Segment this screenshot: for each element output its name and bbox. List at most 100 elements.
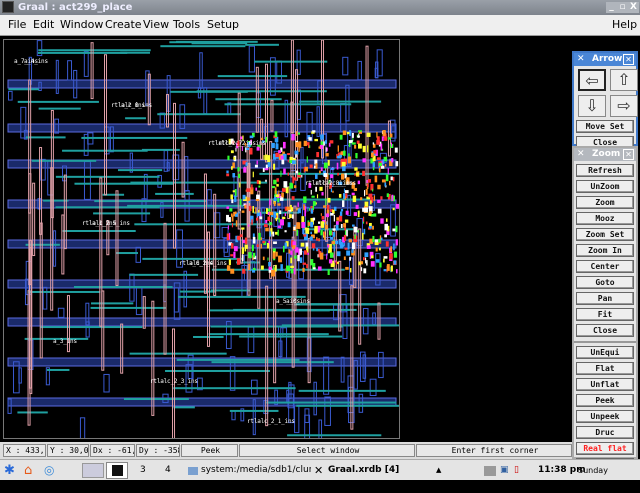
- dense-cell: [290, 268, 294, 274]
- zoom-pan-button[interactable]: Pan: [576, 292, 634, 305]
- folder-task-icon: [188, 467, 198, 475]
- dense-cell: [367, 184, 369, 188]
- dense-cell: [336, 251, 341, 257]
- desktop-3-button[interactable]: 3: [140, 463, 146, 478]
- zoom-close-button[interactable]: Close: [576, 324, 634, 337]
- dense-cell: [384, 223, 388, 231]
- metal-wire: [211, 361, 334, 364]
- dense-cell: [259, 216, 263, 220]
- dense-cell: [229, 208, 233, 212]
- arrow-down-button[interactable]: ⇩: [578, 95, 606, 117]
- arrow-right-button[interactable]: ⇨: [610, 95, 638, 117]
- tool-real-flat-button[interactable]: Real flat: [576, 442, 634, 455]
- close-button[interactable]: X: [628, 2, 639, 13]
- tool-flat-button[interactable]: Flat: [576, 362, 634, 375]
- arrow-left-button[interactable]: ⇦: [578, 69, 606, 91]
- minimize-button[interactable]: _: [606, 2, 617, 13]
- layout-view[interactable]: a_7_ins rtlalc_0_ins rtlalc_2_7_ins rtlalc_…: [3, 39, 400, 439]
- instance-label: rtlalc_2_3_ins: [150, 378, 198, 385]
- arrow-panel: ✕ Arrow ✕ ⇦ ⇧ ⇩ ⇨ Move Set Close: [572, 51, 638, 149]
- tool-unflat-button[interactable]: Unflat: [576, 378, 634, 391]
- menu-help[interactable]: Help: [612, 18, 637, 31]
- desktop-2-button[interactable]: [106, 462, 128, 479]
- menu-setup[interactable]: Setup: [207, 18, 239, 31]
- dense-cell: [267, 208, 271, 212]
- metal-wire: [157, 113, 241, 116]
- desktop-4-button[interactable]: 4: [165, 463, 171, 478]
- tray-keyboard-icon[interactable]: [484, 466, 496, 476]
- metal-wire: [302, 228, 357, 231]
- zoom-panel-close-icon[interactable]: ✕: [623, 149, 634, 160]
- metal-wire: [208, 333, 329, 336]
- dense-cell: [390, 176, 393, 181]
- metal-wire: [193, 335, 224, 338]
- metal-wire: [299, 100, 382, 103]
- tool-unequi-button[interactable]: UnEqui: [576, 346, 634, 359]
- arrow-panel-close-icon[interactable]: ✕: [623, 54, 634, 65]
- dense-cell: [335, 261, 338, 265]
- zoom-goto-button[interactable]: Goto: [576, 276, 634, 289]
- task-graal[interactable]: Graal.xrdb [4]: [328, 463, 399, 478]
- dense-cell: [332, 231, 336, 237]
- dense-cell: [262, 256, 265, 261]
- dense-cell: [376, 157, 381, 160]
- dense-cell: [256, 212, 261, 217]
- y-coordinate: Y : 30,00: [47, 444, 89, 457]
- tray-battery-icon[interactable]: ▯: [514, 463, 519, 478]
- x-coordinate: X : 433,00: [3, 444, 46, 457]
- dense-cell: [304, 166, 308, 172]
- zoom-center-button[interactable]: Center: [576, 260, 634, 273]
- menu-edit[interactable]: Edit: [33, 18, 54, 31]
- tray-network-icon[interactable]: ▣: [500, 463, 509, 478]
- dense-cell: [385, 241, 389, 247]
- diffusion-box: [67, 60, 73, 81]
- metal-wire: [266, 401, 397, 404]
- task-konqueror[interactable]: system:/media/sdb1/clunix: [201, 463, 311, 478]
- menu-file[interactable]: File: [8, 18, 26, 31]
- dense-cell: [275, 143, 279, 150]
- menu-window[interactable]: Window: [60, 18, 103, 31]
- dense-cell: [351, 249, 354, 253]
- browser-icon[interactable]: ◎: [44, 463, 54, 478]
- dense-cell: [304, 211, 306, 217]
- arrow-up-button[interactable]: ⇧: [610, 69, 638, 91]
- zoom-mooz-button[interactable]: Mooz: [576, 212, 634, 225]
- zoom-refresh-button[interactable]: Refresh: [576, 164, 634, 177]
- kde-menu-icon[interactable]: ✱: [4, 463, 15, 478]
- dense-cell: [227, 155, 230, 161]
- dense-cell: [375, 259, 380, 263]
- move-set-button[interactable]: Move Set: [576, 120, 634, 133]
- menu-view[interactable]: View: [143, 18, 169, 31]
- zoom-unzoom-button[interactable]: UnZoom: [576, 180, 634, 193]
- dense-cell: [392, 207, 395, 211]
- zoom-zoom-in-button[interactable]: Zoom In: [576, 244, 634, 257]
- desktop-1-button[interactable]: [82, 463, 104, 478]
- home-icon[interactable]: ⌂: [24, 463, 32, 478]
- dense-cell: [347, 156, 352, 164]
- dense-cell: [372, 142, 375, 145]
- tool-peek-button[interactable]: Peek: [576, 394, 634, 407]
- status-bar: X : 433,00 Y : 30,00 Dx : -61,00 Dy : -3…: [0, 442, 572, 459]
- menu-create[interactable]: Create: [105, 18, 142, 31]
- dense-cell: [248, 205, 252, 212]
- tray-arrow-icon[interactable]: ▲: [436, 463, 441, 478]
- dense-cell: [238, 211, 240, 214]
- zoom-fit-button[interactable]: Fit: [576, 308, 634, 321]
- dense-cell: [272, 248, 276, 252]
- dense-cell: [330, 236, 334, 240]
- dense-cell: [226, 265, 231, 271]
- menu-tools[interactable]: Tools: [173, 18, 200, 31]
- maximize-button[interactable]: ▫: [617, 2, 628, 13]
- metal-wire: [37, 51, 128, 54]
- zoom-zoom-button[interactable]: Zoom: [576, 196, 634, 209]
- tool-unpeek-button[interactable]: Unpeek: [576, 410, 634, 423]
- zoom-zoom-set-button[interactable]: Zoom Set: [576, 228, 634, 241]
- dense-cell: [389, 133, 393, 138]
- dense-cell: [308, 143, 310, 148]
- dense-cell: [267, 162, 271, 167]
- poly-wire: [350, 285, 354, 430]
- tool-druc-button[interactable]: Druc: [576, 426, 634, 439]
- dense-cell: [269, 221, 272, 226]
- dense-cell: [248, 224, 250, 227]
- instance-label: a_3_ins: [53, 338, 77, 345]
